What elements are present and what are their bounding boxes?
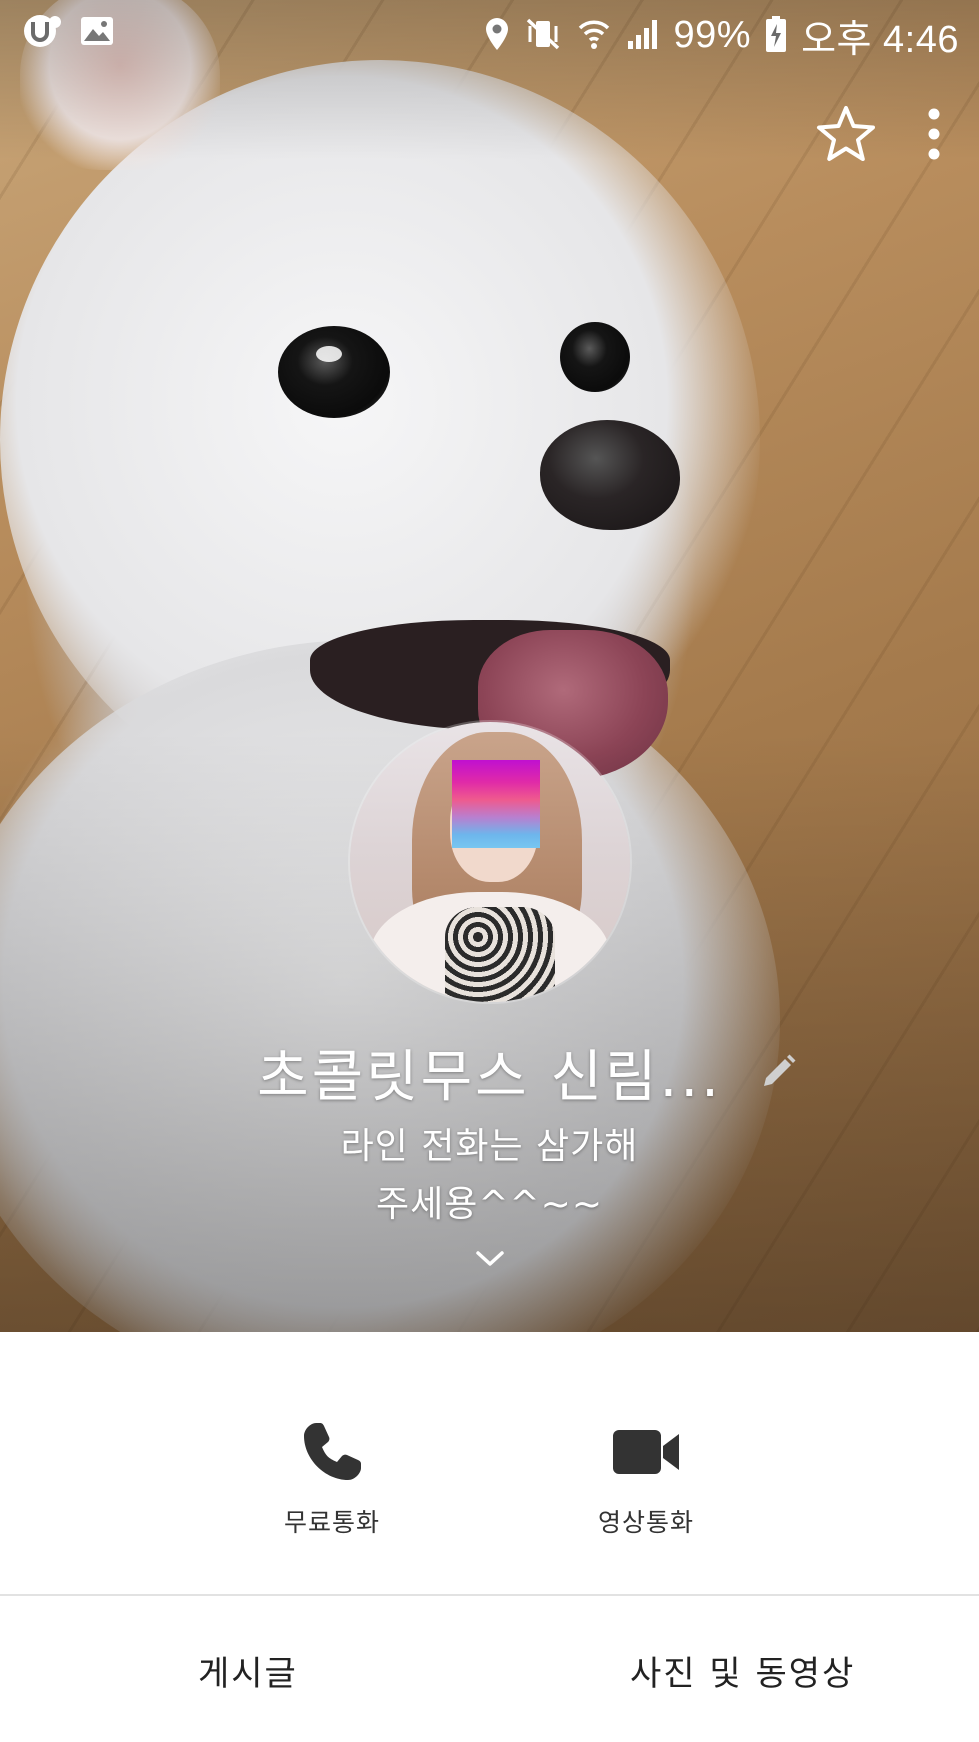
profile-name-row: 초콜릿무스 신림... xyxy=(0,1032,979,1112)
status-line-2: 주세용^^~~ xyxy=(375,1184,604,1225)
edit-name-button[interactable] xyxy=(758,1052,798,1096)
header-actions xyxy=(815,104,941,168)
tab-photos-videos[interactable]: 사진 및 동영상 xyxy=(630,1646,855,1695)
more-options-button[interactable] xyxy=(927,107,941,165)
tab-posts[interactable]: 게시글 xyxy=(198,1646,298,1695)
star-outline-icon xyxy=(815,104,877,168)
call-actions: 무료통화 영상통화 xyxy=(0,1332,979,1594)
vibrate-mute-icon xyxy=(524,16,562,56)
profile-status-message: 라인 전화는 삼가해 주세용^^~~ xyxy=(0,1118,979,1234)
status-time: 오후 4:46 xyxy=(801,19,959,61)
more-vertical-icon xyxy=(927,107,941,165)
phone-icon xyxy=(297,1417,367,1491)
battery-charging-icon xyxy=(765,15,787,57)
wifi-icon xyxy=(576,16,612,56)
profile-avatar[interactable] xyxy=(350,722,630,1002)
status-right-icons: 99% 오후 4:46 xyxy=(484,8,960,63)
profile-name: 초콜릿무스 신림... xyxy=(257,1045,722,1110)
battery-percent: 99% xyxy=(673,14,752,56)
free-call-button[interactable]: 무료통화 xyxy=(242,1417,422,1539)
signal-icon xyxy=(626,17,660,55)
pencil-icon xyxy=(758,1054,798,1096)
video-camera-icon xyxy=(609,1417,683,1491)
avatar-shirt-pattern xyxy=(445,907,555,1002)
expand-status-button[interactable] xyxy=(474,1248,506,1274)
gallery-icon xyxy=(80,15,114,51)
video-call-label: 영상통화 xyxy=(597,1508,694,1537)
profile-tabs: 게시글 사진 및 동영상 xyxy=(0,1596,979,1742)
status-left-icons xyxy=(22,12,114,54)
u-plus-icon xyxy=(22,12,62,54)
status-line-1: 라인 전화는 삼가해 xyxy=(340,1126,639,1167)
favorite-button[interactable] xyxy=(815,104,877,168)
location-icon xyxy=(484,16,510,56)
status-bar: 99% 오후 4:46 xyxy=(0,0,979,64)
chevron-down-icon xyxy=(474,1251,506,1274)
video-call-button[interactable]: 영상통화 xyxy=(556,1417,736,1539)
avatar-face-mosaic xyxy=(452,760,540,848)
free-call-label: 무료통화 xyxy=(283,1508,380,1537)
